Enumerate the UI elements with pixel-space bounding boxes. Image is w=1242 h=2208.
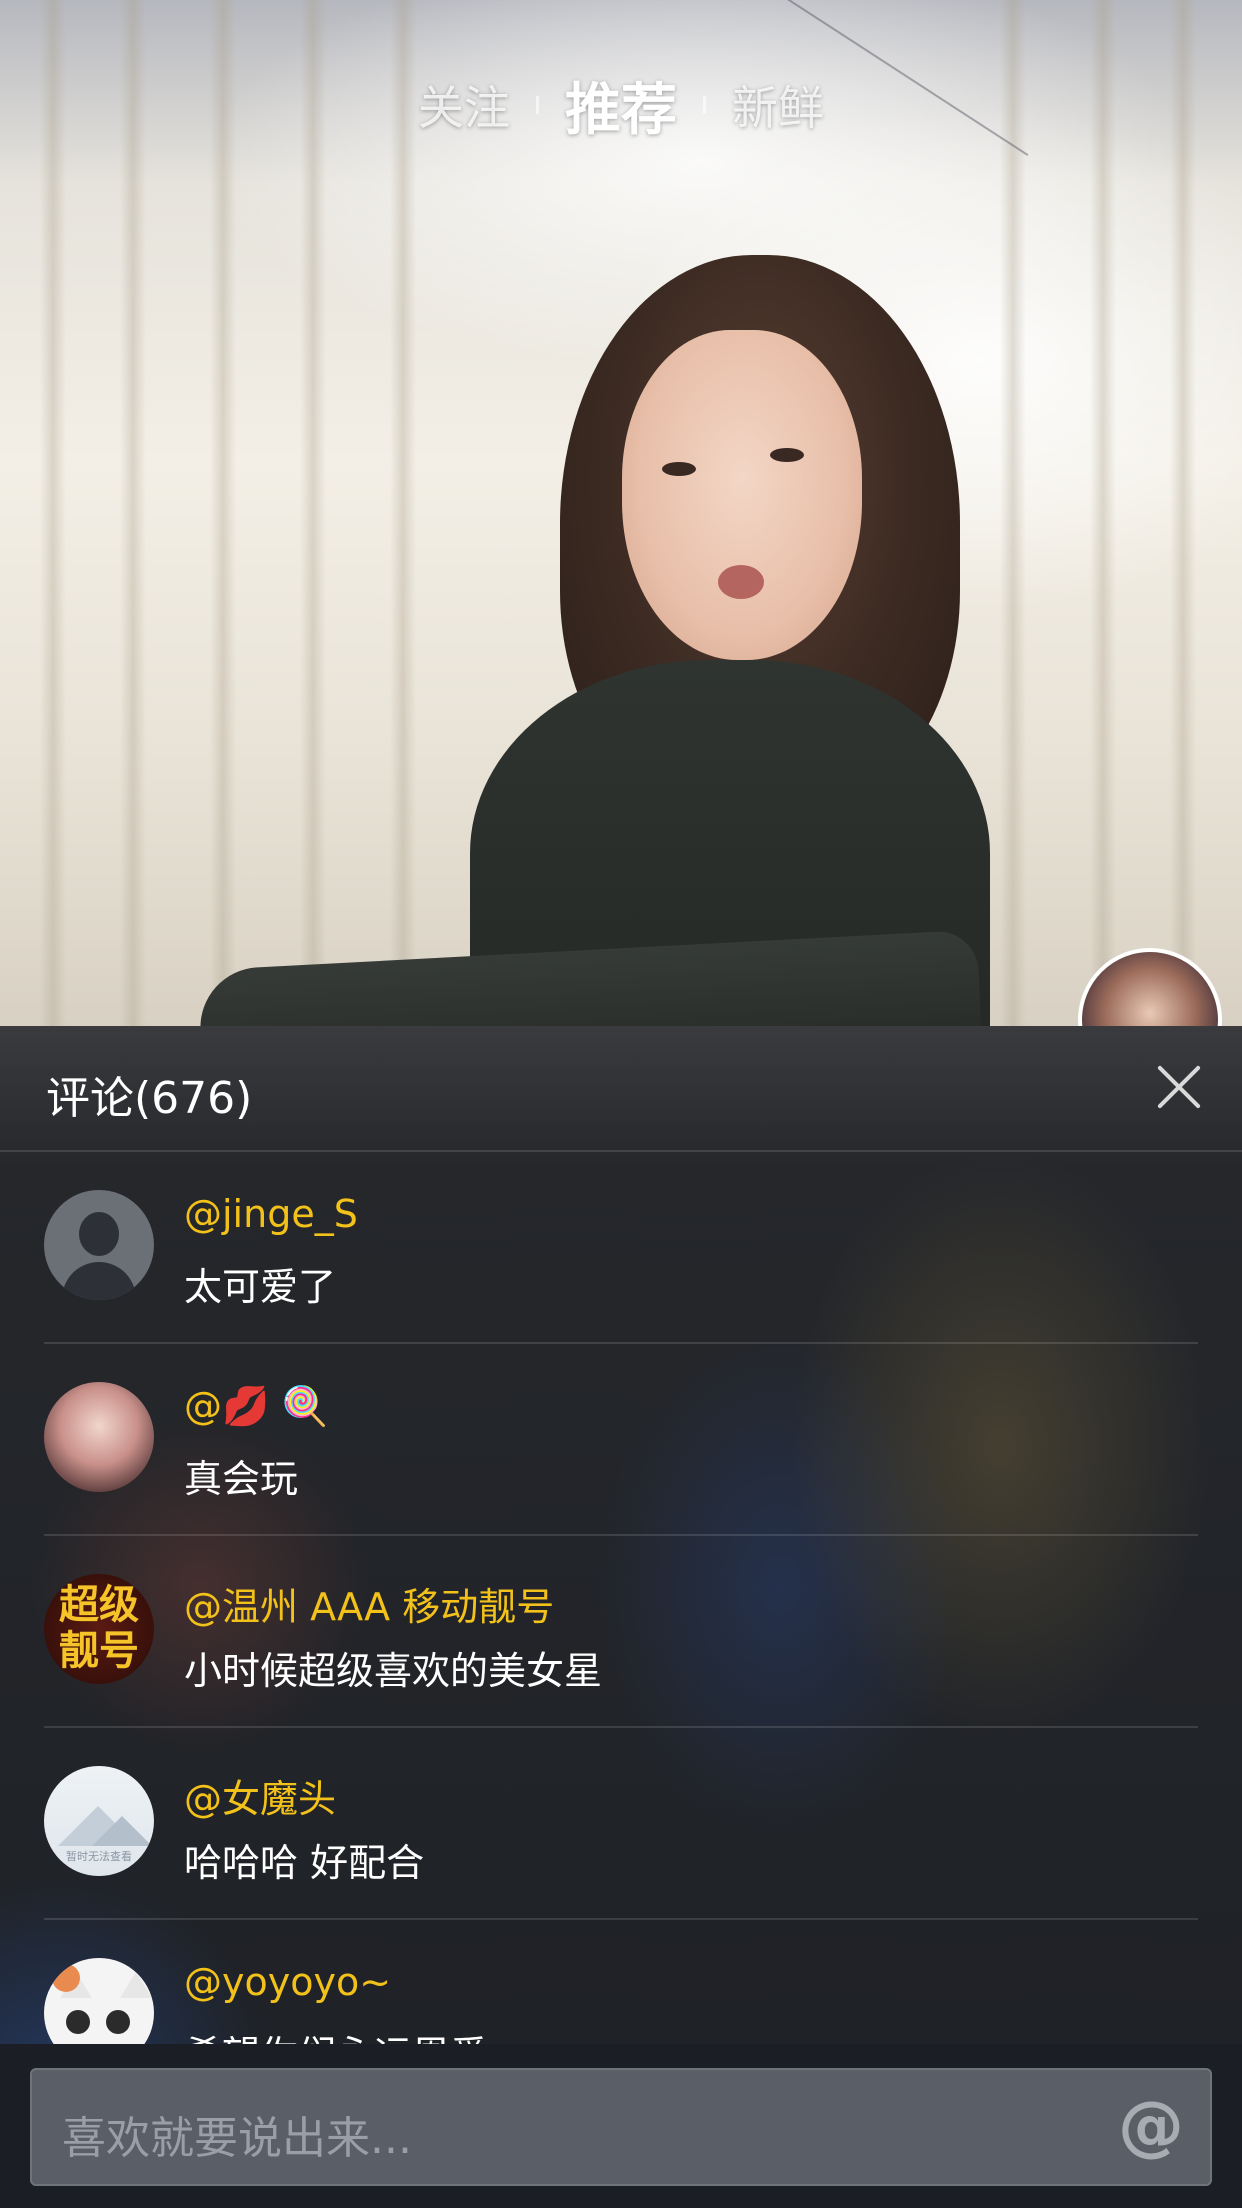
broken-image-icon[interactable]: 暂时无法查看 bbox=[44, 1766, 154, 1876]
tab-fresh[interactable]: 新鲜 bbox=[732, 72, 824, 138]
user-avatar[interactable]: 超级 靓号 bbox=[44, 1574, 154, 1684]
comment-text: 太可爱了 bbox=[184, 1265, 337, 1309]
comment-username[interactable]: @温州 AAA 移动靓号 bbox=[184, 1576, 554, 1631]
person-eye bbox=[770, 448, 804, 462]
curtain-decoration bbox=[1170, 0, 1196, 1026]
comments-title: 评论(676) bbox=[46, 1073, 253, 1124]
curtain-decoration bbox=[210, 0, 236, 1026]
comment-username[interactable]: @yoyoyo~ bbox=[184, 1960, 391, 2004]
comment-item[interactable]: 超级 靓号 @温州 AAA 移动靓号 小时候超级喜欢的美女星 bbox=[44, 1536, 1198, 1728]
comment-input-bar: 喜欢就要说出来... @ bbox=[0, 2044, 1242, 2208]
comment-username[interactable]: @女魔头 bbox=[184, 1768, 336, 1823]
tab-follow[interactable]: 关注 bbox=[418, 72, 510, 138]
curtain-decoration bbox=[120, 0, 146, 1026]
comments-header: 评论(676) bbox=[0, 1026, 1242, 1152]
comment-item[interactable]: 暂时无法查看 @女魔头 哈哈哈 好配合 bbox=[44, 1728, 1198, 1920]
curtain-decoration bbox=[1090, 0, 1116, 1026]
comment-item[interactable]: @jinge_S 太可爱了 bbox=[44, 1152, 1198, 1344]
tab-recommend[interactable]: 推荐 bbox=[565, 65, 677, 146]
avatar-logo-text: 超级 bbox=[59, 1582, 139, 1628]
avatar-caption: 暂时无法查看 bbox=[66, 1850, 132, 1863]
video-player[interactable]: 关注 推荐 新鲜 bbox=[0, 0, 1242, 1026]
avatar-head-shape bbox=[79, 1212, 119, 1256]
cat-eye-shape bbox=[66, 2010, 90, 2034]
comment-input[interactable]: 喜欢就要说出来... @ bbox=[30, 2068, 1212, 2186]
comments-panel: 评论(676) @jinge_S 太可爱了 @💋 🍭 真会玩 超级 靓号 @温州… bbox=[0, 1026, 1242, 2208]
flower-shape bbox=[52, 1964, 80, 1992]
comment-item[interactable]: @💋 🍭 真会玩 bbox=[44, 1344, 1198, 1536]
mountain-shape bbox=[92, 1816, 152, 1846]
at-mention-icon[interactable]: @ bbox=[1118, 2090, 1184, 2162]
comment-text: 小时候超级喜欢的美女星 bbox=[184, 1649, 603, 1693]
person-mouth bbox=[718, 565, 764, 599]
person-eye bbox=[662, 462, 696, 476]
default-person-icon[interactable] bbox=[44, 1190, 154, 1300]
tab-divider bbox=[703, 96, 706, 114]
tab-divider bbox=[536, 96, 539, 114]
comment-username[interactable]: @💋 🍭 bbox=[184, 1384, 329, 1429]
comment-input-placeholder: 喜欢就要说出来... bbox=[62, 2113, 412, 2164]
curtain-decoration bbox=[300, 0, 326, 1026]
cat-ear-shape bbox=[120, 1972, 152, 1998]
feed-tabs: 关注 推荐 新鲜 bbox=[0, 70, 1242, 143]
comments-list[interactable]: @jinge_S 太可爱了 @💋 🍭 真会玩 超级 靓号 @温州 AAA 移动靓… bbox=[0, 1152, 1242, 2070]
avatar-logo-text: 靓号 bbox=[59, 1628, 139, 1674]
comment-username[interactable]: @jinge_S bbox=[184, 1192, 358, 1236]
close-icon[interactable] bbox=[1154, 1062, 1204, 1112]
curtain-decoration bbox=[1000, 0, 1026, 1026]
curtain-decoration bbox=[40, 0, 66, 1026]
comment-text: 真会玩 bbox=[184, 1457, 299, 1501]
avatar-shoulders-shape bbox=[62, 1262, 136, 1300]
user-avatar[interactable] bbox=[44, 1382, 154, 1492]
comment-text: 哈哈哈 好配合 bbox=[184, 1841, 425, 1885]
curtain-decoration bbox=[390, 0, 416, 1026]
person-face bbox=[622, 330, 862, 660]
cat-eye-shape bbox=[106, 2010, 130, 2034]
